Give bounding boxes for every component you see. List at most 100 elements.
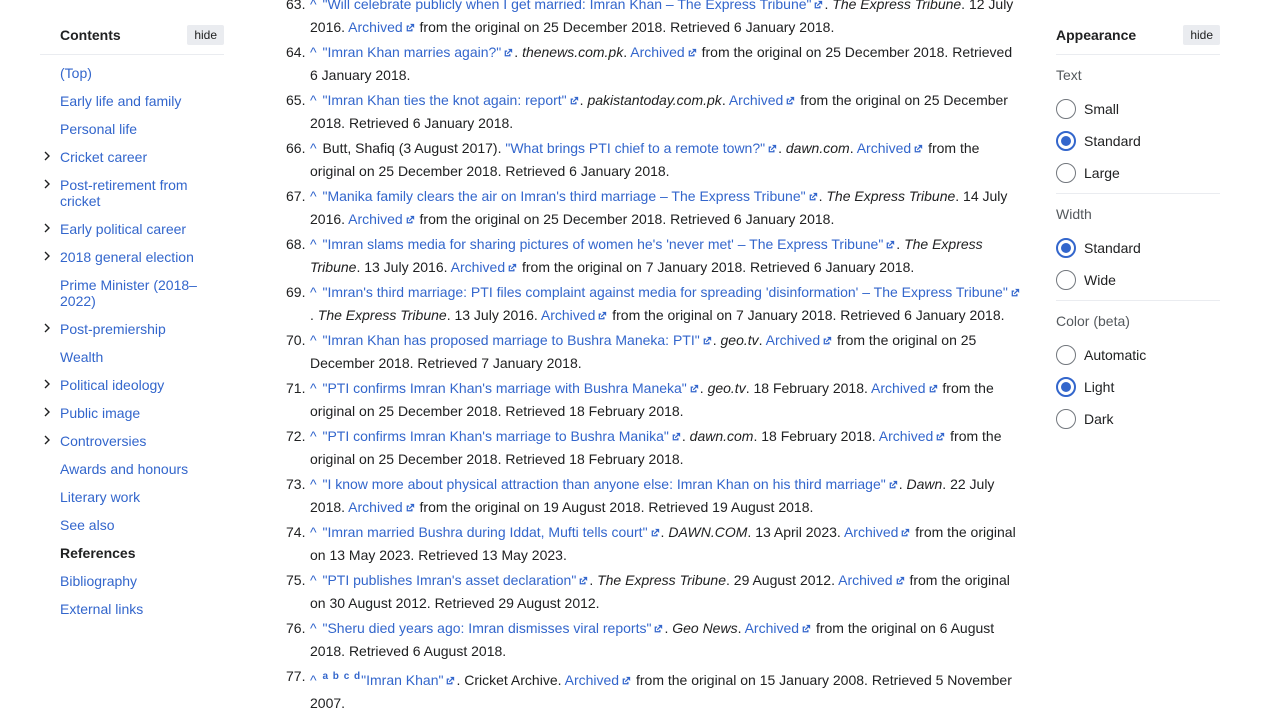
external-link-icon [822,336,832,346]
archived-link[interactable]: Archived [766,332,820,348]
toc-item-external-links[interactable]: External links [40,601,224,617]
jump-up-caret[interactable]: ^ [310,284,317,300]
reference-title-link[interactable]: "PTI publishes Imran's asset declaration… [322,572,576,588]
jump-up-caret[interactable]: ^ [310,672,317,688]
radio-text-large[interactable]: Large [1056,157,1220,189]
jump-up-caret[interactable]: ^ [310,572,317,588]
archived-link[interactable]: Archived [871,380,925,396]
reference-title-link[interactable]: "Imran slams media for sharing pictures … [322,236,883,252]
jump-up-caret[interactable]: ^ [310,476,317,492]
radio-width-standard[interactable]: Standard [1056,232,1220,264]
toc-item-2018-general-election[interactable]: 2018 general election [40,249,224,265]
archived-link[interactable]: Archived [857,140,911,156]
radio-button[interactable] [1056,270,1076,290]
reference-title-link[interactable]: "Imran's third marriage: PTI files compl… [322,284,1007,300]
reference-title-link[interactable]: "I know more about physical attraction t… [322,476,885,492]
reference-title-link[interactable]: "PTI confirms Imran Khan's marriage to B… [322,428,668,444]
reference-number: 74. [286,524,306,540]
toc-header: Contents hide [40,24,224,55]
toc-item-label: Political ideology [60,377,165,393]
reference-title-link[interactable]: "Imran married Bushra during Iddat, Muft… [322,524,647,540]
archived-link[interactable]: Archived [838,572,892,588]
toc-item-awards-and-honours[interactable]: Awards and honours [40,461,224,477]
archived-link[interactable]: Archived [348,19,402,35]
radio-text-standard[interactable]: Standard [1056,125,1220,157]
toc-item-post-premiership[interactable]: Post-premiership [40,321,224,337]
radio-width-wide[interactable]: Wide [1056,264,1220,296]
toc-item-top[interactable]: (Top) [40,65,224,81]
radio-text-small[interactable]: Small [1056,93,1220,125]
jump-up-caret[interactable]: ^ [310,188,317,204]
jump-up-caret[interactable]: ^ [310,524,317,540]
radio-button[interactable] [1056,238,1076,258]
chevron-right-icon[interactable] [40,220,54,236]
chevron-right-icon[interactable] [40,320,54,336]
archived-link[interactable]: Archived [451,259,505,275]
jump-up-caret[interactable]: ^ [310,0,317,12]
external-link-icon [405,503,415,513]
chevron-right-icon[interactable] [40,376,54,392]
appearance-group-label: Width [1056,206,1092,222]
reference-backlinks[interactable]: a b c d [322,671,361,682]
radio-color-beta-dark[interactable]: Dark [1056,403,1220,435]
jump-up-caret[interactable]: ^ [310,92,317,108]
radio-button[interactable] [1056,163,1076,183]
toc-item-prime-minister-2018-2022[interactable]: Prime Minister (2018–2022) [40,277,224,309]
chevron-right-icon[interactable] [40,176,54,192]
chevron-right-icon[interactable] [40,432,54,448]
toc-item-early-political-career[interactable]: Early political career [40,221,224,237]
toc-item-wealth[interactable]: Wealth [40,349,224,365]
reference-date: 18 February 2018 [753,380,865,396]
reference-title-link[interactable]: "Manika family clears the air on Imran's… [322,188,805,204]
jump-up-caret[interactable]: ^ [310,620,317,636]
reference-retrieved: Retrieved 19 August 2018. [648,499,814,515]
archived-link[interactable]: Archived [348,499,402,515]
chevron-right-icon[interactable] [40,148,54,164]
jump-up-caret[interactable]: ^ [310,44,317,60]
jump-up-caret[interactable]: ^ [310,140,317,156]
jump-up-caret[interactable]: ^ [310,332,317,348]
toc-item-cricket-career[interactable]: Cricket career [40,149,224,165]
archived-link[interactable]: Archived [630,44,684,60]
reference-title-link[interactable]: "Imran Khan marries again?" [322,44,501,60]
jump-up-caret[interactable]: ^ [310,380,317,396]
toc-item-political-ideology[interactable]: Political ideology [40,377,224,393]
archived-link[interactable]: Archived [348,211,402,227]
jump-up-caret[interactable]: ^ [310,236,317,252]
radio-color-beta-light[interactable]: Light [1056,371,1220,403]
toc-item-post-retirement-from-cricket[interactable]: Post-retirement from cricket [40,177,224,209]
archived-link[interactable]: Archived [879,428,933,444]
toc-item-literary-work[interactable]: Literary work [40,489,224,505]
archived-link[interactable]: Archived [844,524,898,540]
reference-title-link[interactable]: "Imran Khan ties the knot again: report" [322,92,566,108]
radio-button[interactable] [1056,409,1076,429]
toc-item-personal-life[interactable]: Personal life [40,121,224,137]
archived-link[interactable]: Archived [745,620,799,636]
archived-link[interactable]: Archived [541,307,595,323]
radio-button[interactable] [1056,377,1076,397]
reference-title-link[interactable]: "What brings PTI chief to a remote town?… [505,140,765,156]
reference-title-link[interactable]: "Imran Khan has proposed marriage to Bus… [322,332,699,348]
toc-item-references[interactable]: References [40,545,224,561]
jump-up-caret[interactable]: ^ [310,428,317,444]
reference-title-link[interactable]: "PTI confirms Imran Khan's marriage with… [322,380,686,396]
chevron-right-icon[interactable] [40,404,54,420]
radio-button[interactable] [1056,345,1076,365]
toc-item-early-life-and-family[interactable]: Early life and family [40,93,224,109]
toc-item-controversies[interactable]: Controversies [40,433,224,449]
radio-button[interactable] [1056,99,1076,119]
toc-hide-button[interactable]: hide [187,25,224,45]
reference-publisher: The Express Tribune [832,0,962,12]
reference-title-link[interactable]: "Imran Khan" [361,672,443,688]
reference-title-link[interactable]: "Will celebrate publicly when I get marr… [322,0,811,12]
reference-title-link[interactable]: "Sheru died years ago: Imran dismisses v… [322,620,651,636]
toc-item-see-also[interactable]: See also [40,517,224,533]
toc-item-bibliography[interactable]: Bibliography [40,573,224,589]
toc-item-public-image[interactable]: Public image [40,405,224,421]
radio-color-beta-automatic[interactable]: Automatic [1056,339,1220,371]
chevron-right-icon[interactable] [40,248,54,264]
appearance-hide-button[interactable]: hide [1183,25,1220,45]
archived-link[interactable]: Archived [565,672,619,688]
archived-link[interactable]: Archived [729,92,783,108]
radio-button[interactable] [1056,131,1076,151]
